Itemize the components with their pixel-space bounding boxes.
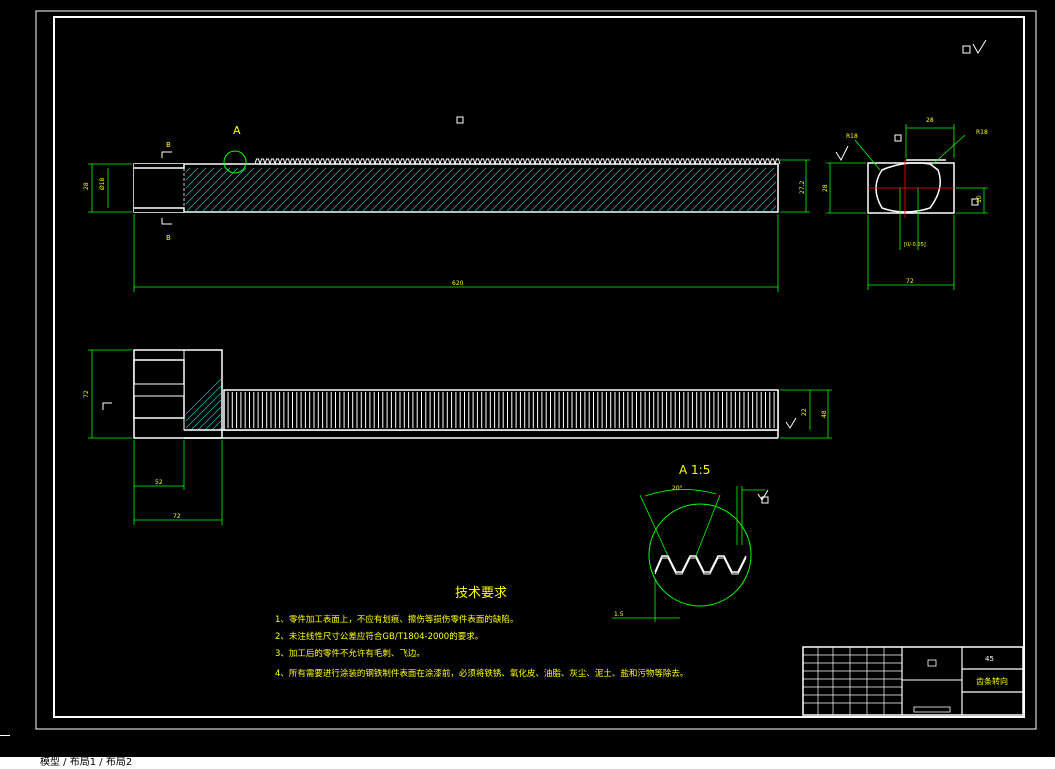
tech-requirement-item: 1、零件加工表面上，不应有划痕、擦伤等损伤零件表面的缺陷。 xyxy=(275,614,518,625)
side-dim-offset: 10 xyxy=(976,195,983,203)
title-block-material: 45 xyxy=(985,655,994,663)
side-dim-bottom: 72 xyxy=(906,278,914,285)
side-dim-tolerance: [0/-0.05] xyxy=(904,242,926,248)
drawing-canvas[interactable]: B B A 28 Ø18 620 27.2 28 28 R18 R18 10 [… xyxy=(0,0,1055,757)
side-dim-width-top: 28 xyxy=(926,117,934,124)
front-dim-right: 27.2 xyxy=(799,180,806,194)
front-section-mark-top: B xyxy=(166,141,171,149)
side-dim-radius-left: R18 xyxy=(846,133,858,140)
side-dim-radius-right: R18 xyxy=(976,129,988,136)
crosshair-mark xyxy=(0,735,10,736)
detail-view-title: A 1:5 xyxy=(679,463,710,477)
front-dim-height-left: 28 xyxy=(83,182,90,190)
top-dim-left-height: 72 xyxy=(83,390,90,398)
front-section-mark-bottom: B xyxy=(166,234,171,242)
detail-view-pitch: 1.5 xyxy=(614,611,624,618)
title-block-part-name: 齿条转向 xyxy=(976,676,1008,686)
tech-requirement-item: 3、加工后的零件不允许有毛刺、飞边。 xyxy=(275,648,425,659)
tech-requirements-title: 技术要求 xyxy=(455,586,507,601)
top-dim-right-b: 48 xyxy=(821,410,828,418)
front-dim-inner: Ø18 xyxy=(99,177,106,190)
layout-tab-bar[interactable]: 模型 / 布局1 / 布局2 xyxy=(0,757,1055,769)
front-dim-length: 620 xyxy=(452,280,464,287)
detail-marker-a: A xyxy=(233,124,241,137)
detail-view-angle: 20° xyxy=(672,485,683,492)
top-dim-right-a: 22 xyxy=(801,408,808,416)
side-dim-height: 28 xyxy=(822,184,829,192)
top-dim-bottom: 72 xyxy=(173,513,181,520)
top-dim-inner: 52 xyxy=(155,479,163,486)
tech-requirement-item: 4、所有需要进行涂装的钢铁制件表面在涂漆前，必须将铁锈、氧化皮、油脂、灰尘、泥土… xyxy=(275,668,688,679)
layout-tabs-label[interactable]: 模型 / 布局1 / 布局2 xyxy=(40,757,132,769)
tech-requirement-item: 2、未注线性尺寸公差应符合GB/T1804-2000的要求。 xyxy=(275,631,483,642)
